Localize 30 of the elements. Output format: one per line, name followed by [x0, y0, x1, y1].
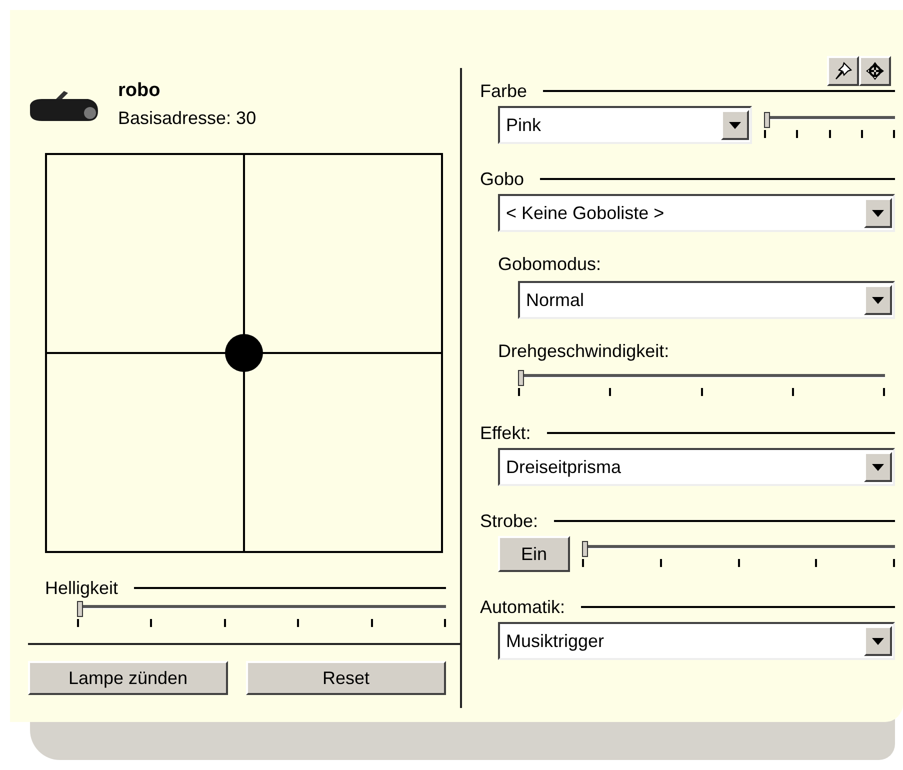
action-button[interactable]: Lampe zünden: [28, 661, 228, 695]
strobe-on-button[interactable]: Ein: [498, 536, 570, 572]
dropdown[interactable]: Normal: [518, 281, 895, 319]
slider-thumb[interactable]: [764, 112, 770, 128]
slider[interactable]: [582, 539, 895, 569]
position-dot[interactable]: [225, 334, 263, 372]
action-button[interactable]: Reset: [246, 661, 446, 695]
dropdown[interactable]: Dreiseitprisma: [498, 448, 895, 486]
slider[interactable]: [764, 110, 895, 140]
section-label: Automatik:: [480, 596, 566, 618]
gobo-mode-label: Gobomodus:: [498, 254, 602, 275]
section-label: Gobo: [480, 168, 524, 190]
base-address: Basisadresse: 30: [118, 108, 256, 129]
slider-thumb[interactable]: [77, 601, 83, 617]
section-label: Helligkeit: [45, 578, 118, 598]
dropdown[interactable]: < Keine Goboliste >: [498, 194, 895, 232]
slider-thumb[interactable]: [582, 541, 588, 557]
pan-tilt-pad[interactable]: [45, 153, 443, 553]
section-label: Farbe: [480, 80, 528, 102]
pin-icon[interactable]: [827, 56, 859, 86]
rotation-speed-label: Drehgeschwindigkeit:: [498, 341, 670, 362]
device-name: robo: [118, 80, 162, 102]
move-icon[interactable]: [859, 56, 891, 86]
slider-thumb[interactable]: [518, 370, 524, 386]
slider[interactable]: [77, 599, 446, 629]
section-label: Strobe:: [480, 510, 538, 532]
dropdown[interactable]: Pink: [498, 106, 752, 144]
slider[interactable]: [518, 368, 885, 398]
section-label: Effekt:: [480, 422, 531, 444]
dropdown[interactable]: Musiktrigger: [498, 622, 895, 660]
